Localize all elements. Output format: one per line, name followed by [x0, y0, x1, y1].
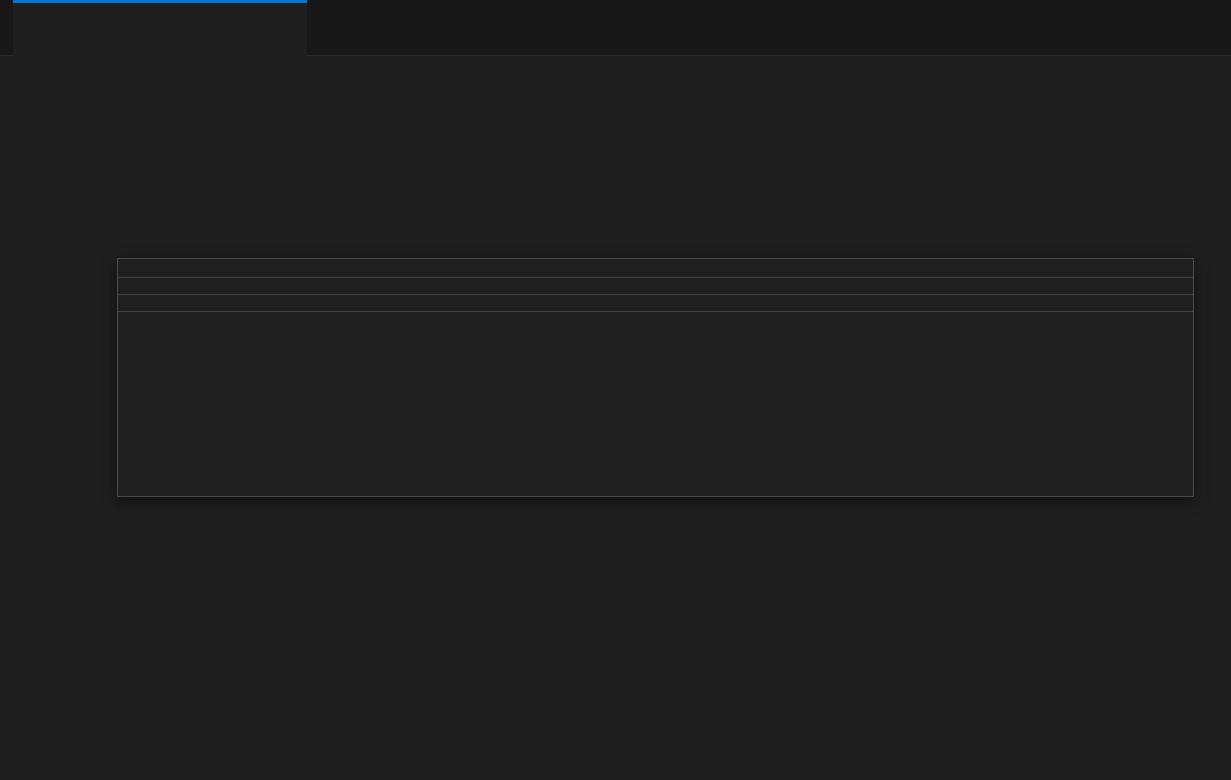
tab-bar — [0, 0, 1231, 56]
hover-eslint-message — [118, 278, 1193, 295]
code-editor[interactable] — [0, 100, 1231, 780]
breadcrumb — [0, 57, 1231, 100]
tab-products-module[interactable] — [13, 0, 307, 56]
diagnostic-hover-popup — [117, 258, 1194, 497]
hover-module-path — [118, 295, 1193, 312]
hover-status-bar — [118, 312, 1193, 330]
hover-ts-message — [118, 259, 1193, 278]
